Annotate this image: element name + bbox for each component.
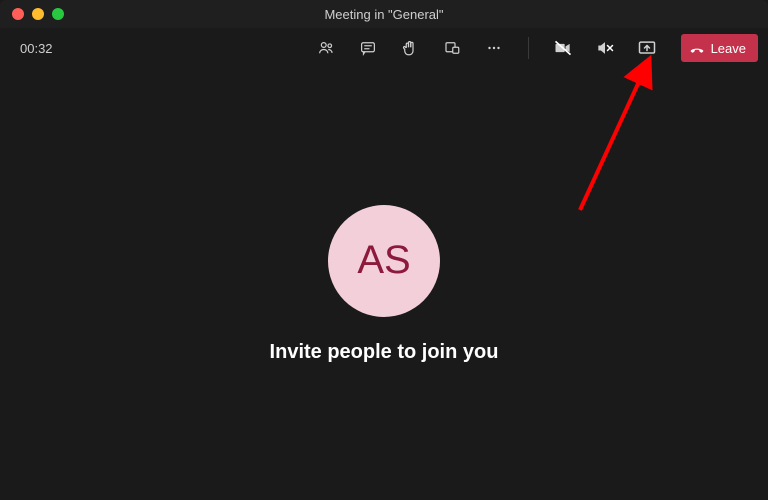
raise-hand-button[interactable] (396, 34, 424, 62)
avatar-initials: AS (357, 238, 410, 283)
breakout-rooms-button[interactable] (438, 34, 466, 62)
people-icon (317, 39, 335, 57)
meeting-stage: AS Invite people to join you (0, 68, 768, 500)
people-button[interactable] (312, 34, 340, 62)
speaker-off-icon (595, 38, 615, 58)
window-titlebar: Meeting in "General" (0, 0, 768, 28)
maximize-window-button[interactable] (52, 8, 64, 20)
raise-hand-icon (401, 39, 419, 57)
more-actions-button[interactable] (480, 34, 508, 62)
meeting-timer: 00:32 (20, 41, 53, 56)
camera-off-icon (553, 38, 573, 58)
breakout-rooms-icon (443, 39, 461, 57)
chat-button[interactable] (354, 34, 382, 62)
participant-avatar: AS (328, 205, 440, 317)
more-actions-icon (485, 39, 503, 57)
audio-toggle-button[interactable] (591, 34, 619, 62)
window-title: Meeting in "General" (0, 7, 768, 22)
camera-toggle-button[interactable] (549, 34, 577, 62)
chat-icon (359, 39, 377, 57)
toolbar-actions: Leave (312, 34, 758, 62)
close-window-button[interactable] (12, 8, 24, 20)
hangup-icon (689, 40, 705, 56)
share-screen-button[interactable] (633, 34, 661, 62)
share-screen-icon (637, 38, 657, 58)
leave-button-label: Leave (711, 41, 746, 56)
minimize-window-button[interactable] (32, 8, 44, 20)
toolbar-separator (528, 37, 529, 59)
meeting-toolbar: 00:32 (0, 28, 768, 68)
window-controls (0, 8, 64, 20)
leave-button[interactable]: Leave (681, 34, 758, 62)
invite-message: Invite people to join you (270, 341, 499, 364)
